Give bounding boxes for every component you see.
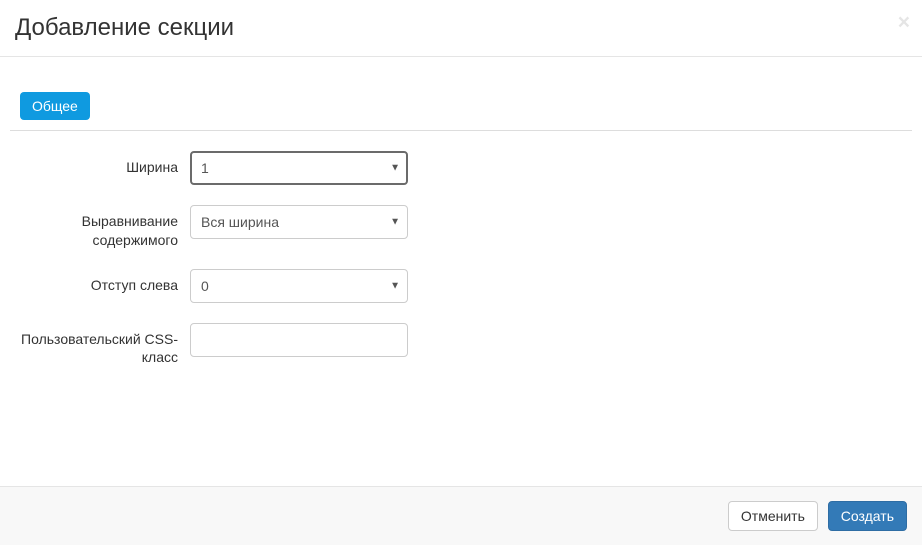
- modal-body: Общее Ширина 1 ▼ Выравнивание содержимог…: [0, 57, 922, 401]
- input-css-class[interactable]: [190, 323, 408, 357]
- modal-footer: Отменить Создать: [0, 486, 922, 545]
- close-button[interactable]: ×: [898, 12, 910, 33]
- select-align[interactable]: Вся ширина: [190, 205, 408, 239]
- tabs: Общее: [10, 72, 912, 131]
- tab-general[interactable]: Общее: [20, 92, 90, 120]
- field-offset: Отступ слева 0 ▼: [10, 269, 912, 303]
- label-align: Выравнивание содержимого: [10, 205, 190, 248]
- modal-header: Добавление секции ×: [0, 0, 922, 57]
- label-width: Ширина: [10, 151, 190, 176]
- label-offset: Отступ слева: [10, 269, 190, 294]
- cancel-button[interactable]: Отменить: [728, 501, 818, 531]
- field-width: Ширина 1 ▼: [10, 151, 912, 185]
- modal-title: Добавление секции: [15, 15, 907, 41]
- field-css-class: Пользовательский CSS-класс: [10, 323, 912, 366]
- create-button[interactable]: Создать: [828, 501, 907, 531]
- select-width[interactable]: 1: [190, 151, 408, 185]
- select-offset[interactable]: 0: [190, 269, 408, 303]
- field-align: Выравнивание содержимого Вся ширина ▼: [10, 205, 912, 248]
- label-css-class: Пользовательский CSS-класс: [10, 323, 190, 366]
